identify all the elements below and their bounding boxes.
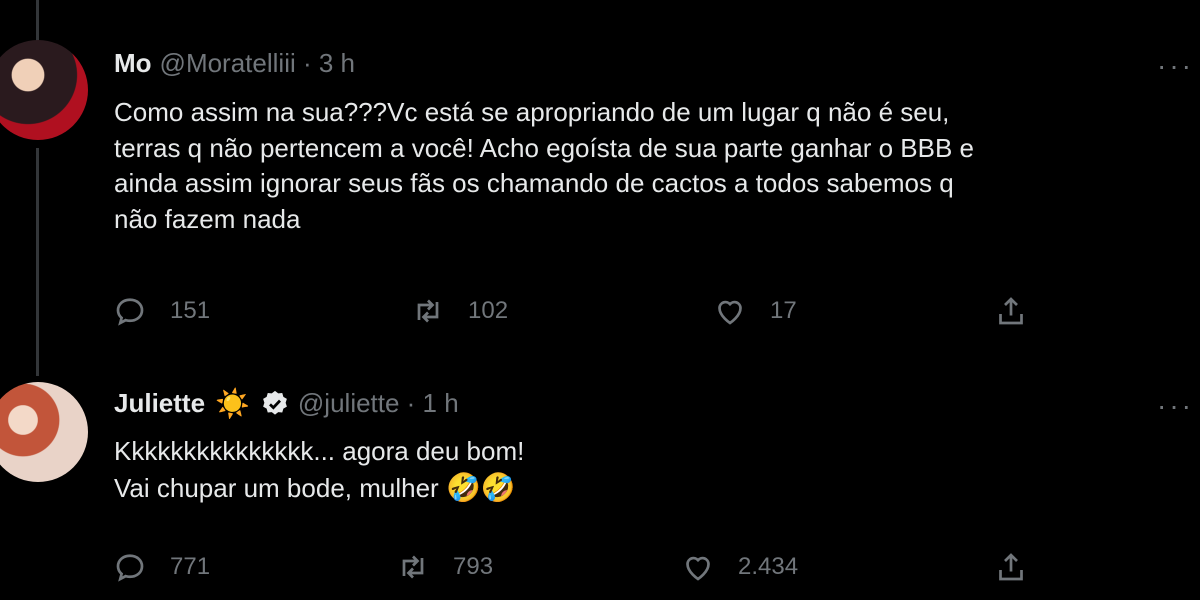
reply-icon: [116, 298, 144, 326]
retweet-button[interactable]: 793: [395, 549, 493, 585]
verified-icon: [260, 389, 290, 419]
retweet-count: 793: [453, 553, 494, 580]
author-name[interactable]: Mo: [114, 48, 152, 79]
share-button[interactable]: [993, 293, 1029, 334]
retweet-count: 102: [468, 297, 509, 324]
rofl-emoji: 🤣🤣: [445, 471, 516, 503]
reply-count: 771: [170, 553, 211, 580]
like-icon: [718, 300, 742, 325]
like-icon: [686, 556, 710, 581]
tweet-mo[interactable]: Mo @Moratelliii · 3 h ··· Como assim na …: [0, 0, 1200, 350]
like-button[interactable]: 17: [712, 293, 797, 329]
more-icon[interactable]: ···: [1157, 392, 1194, 420]
like-button[interactable]: 2.434: [680, 549, 798, 585]
tweet-text-line: Como assim na sua???Vc está se aproprian…: [114, 97, 950, 127]
share-icon: [999, 553, 1023, 581]
tweet-text-line: Vai chupar um bode, mulher 🤣🤣: [114, 470, 1174, 507]
reply-count: 151: [170, 297, 211, 324]
tweet-text: Como assim na sua???Vc está se aproprian…: [114, 95, 1174, 237]
tweet-header: Mo @Moratelliii · 3 h: [114, 48, 355, 79]
share-icon: [999, 297, 1023, 325]
author-handle[interactable]: @juliette · 1 h: [298, 388, 459, 419]
retweet-icon: [417, 299, 439, 323]
like-count: 17: [770, 297, 797, 324]
reply-icon: [116, 554, 144, 582]
sun-emoji: ☀️: [215, 387, 250, 419]
reply-button[interactable]: 151: [112, 293, 210, 329]
reply-button[interactable]: 771: [112, 549, 210, 585]
retweet-button[interactable]: 102: [410, 293, 508, 329]
tweet-text-line-content: Vai chupar um bode, mulher: [114, 472, 439, 503]
avatar[interactable]: [0, 382, 88, 482]
retweet-icon: [402, 555, 424, 579]
more-icon[interactable]: ···: [1157, 52, 1194, 80]
tweet-text-line: não fazem nada: [114, 203, 301, 234]
tweet-header: Juliette ☀️ @juliette · 1 h: [114, 388, 459, 419]
tweet-text-line: ainda assim ignorar seus fãs os chamando…: [114, 168, 954, 198]
author-handle[interactable]: @Moratelliii · 3 h: [160, 48, 355, 79]
tweet-text: Kkkkkkkkkkkkkkk... agora deu bom! Vai ch…: [114, 434, 1174, 506]
share-button[interactable]: [993, 549, 1029, 590]
tweet-text-line: terras q não pertencem a você! Acho egoí…: [114, 132, 974, 163]
tweet-text-line: Kkkkkkkkkkkkkkk... agora deu bom!: [114, 436, 525, 466]
tweet-juliette[interactable]: Juliette ☀️ @juliette · 1 h ··· Kkkkkkkk…: [0, 350, 1200, 600]
like-count: 2.434: [738, 553, 799, 580]
author-name[interactable]: Juliette: [114, 388, 205, 419]
avatar[interactable]: [0, 40, 88, 140]
